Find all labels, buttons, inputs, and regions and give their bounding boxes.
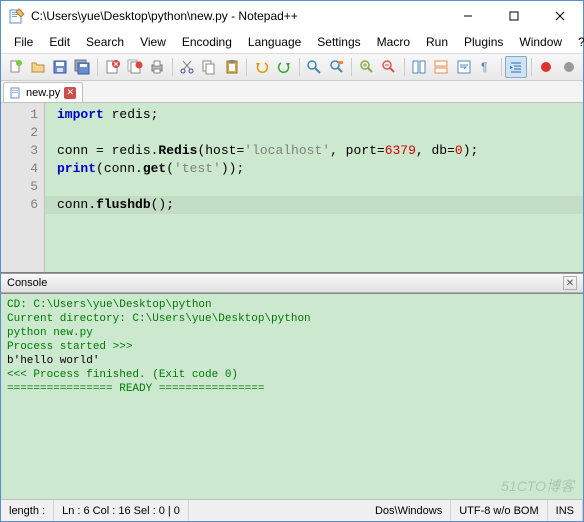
sync-h-button[interactable] xyxy=(431,56,452,78)
status-length: length : xyxy=(1,500,54,521)
save-all-button[interactable] xyxy=(72,56,93,78)
sync-v-button[interactable] xyxy=(409,56,430,78)
statusbar: length : Ln : 6 Col : 16 Sel : 0 | 0 Dos… xyxy=(1,499,583,521)
zoom-out-button[interactable] xyxy=(378,56,399,78)
menu-run[interactable]: Run xyxy=(419,33,455,51)
menubar: File Edit Search View Encoding Language … xyxy=(1,31,583,53)
menu-view[interactable]: View xyxy=(133,33,173,51)
status-mode: INS xyxy=(548,500,583,521)
zoom-in-button[interactable] xyxy=(356,56,377,78)
show-chars-button[interactable]: ¶ xyxy=(475,56,496,78)
copy-button[interactable] xyxy=(199,56,220,78)
cut-button[interactable] xyxy=(177,56,198,78)
paste-button[interactable] xyxy=(221,56,242,78)
status-position: Ln : 6 Col : 16 Sel : 0 | 0 xyxy=(54,500,189,521)
console-title: Console xyxy=(7,277,47,289)
console-output[interactable]: CD: C:\Users\yue\Desktop\pythonCurrent d… xyxy=(1,293,583,499)
menu-help[interactable]: ? xyxy=(571,33,584,51)
maximize-button[interactable] xyxy=(491,1,537,31)
menu-macro[interactable]: Macro xyxy=(370,33,417,51)
toolbar: ¶ xyxy=(1,53,583,81)
menu-encoding[interactable]: Encoding xyxy=(175,33,239,51)
wrap-button[interactable] xyxy=(453,56,474,78)
minimize-button[interactable] xyxy=(445,1,491,31)
close-all-button[interactable] xyxy=(124,56,145,78)
tab-label: new.py xyxy=(26,87,60,99)
code-area[interactable]: import redis; conn = redis.Redis(host='l… xyxy=(45,103,583,272)
open-file-button[interactable] xyxy=(27,56,48,78)
console-header: Console ✕ xyxy=(1,273,583,293)
line-gutter: 123456 xyxy=(1,103,45,272)
file-icon xyxy=(10,87,22,99)
menu-window[interactable]: Window xyxy=(512,33,569,51)
new-file-button[interactable] xyxy=(5,56,26,78)
menu-language[interactable]: Language xyxy=(241,33,308,51)
editor[interactable]: 123456 import redis; conn = redis.Redis(… xyxy=(1,103,583,273)
tabbar: new.py ✕ xyxy=(1,81,583,103)
macro-stop-button[interactable] xyxy=(558,56,579,78)
macro-record-button[interactable] xyxy=(536,56,557,78)
print-button[interactable] xyxy=(146,56,167,78)
close-file-button[interactable] xyxy=(102,56,123,78)
titlebar: C:\Users\yue\Desktop\python\new.py - Not… xyxy=(1,1,583,31)
replace-button[interactable] xyxy=(326,56,347,78)
close-button[interactable] xyxy=(537,1,583,31)
console-close-button[interactable]: ✕ xyxy=(563,276,577,290)
menu-file[interactable]: File xyxy=(7,33,40,51)
redo-button[interactable] xyxy=(273,56,294,78)
app-icon xyxy=(9,8,25,24)
status-encoding: UTF-8 w/o BOM xyxy=(451,500,547,521)
tab-close-button[interactable]: ✕ xyxy=(64,87,76,99)
indent-button[interactable] xyxy=(505,56,526,78)
find-button[interactable] xyxy=(304,56,325,78)
save-button[interactable] xyxy=(49,56,70,78)
window-title: C:\Users\yue\Desktop\python\new.py - Not… xyxy=(31,9,445,23)
menu-search[interactable]: Search xyxy=(79,33,131,51)
undo-button[interactable] xyxy=(251,56,272,78)
menu-plugins[interactable]: Plugins xyxy=(457,33,510,51)
status-eol: Dos\Windows xyxy=(367,500,451,521)
svg-text:¶: ¶ xyxy=(481,60,487,74)
menu-settings[interactable]: Settings xyxy=(310,33,367,51)
file-tab[interactable]: new.py ✕ xyxy=(3,82,83,102)
menu-edit[interactable]: Edit xyxy=(42,33,77,51)
